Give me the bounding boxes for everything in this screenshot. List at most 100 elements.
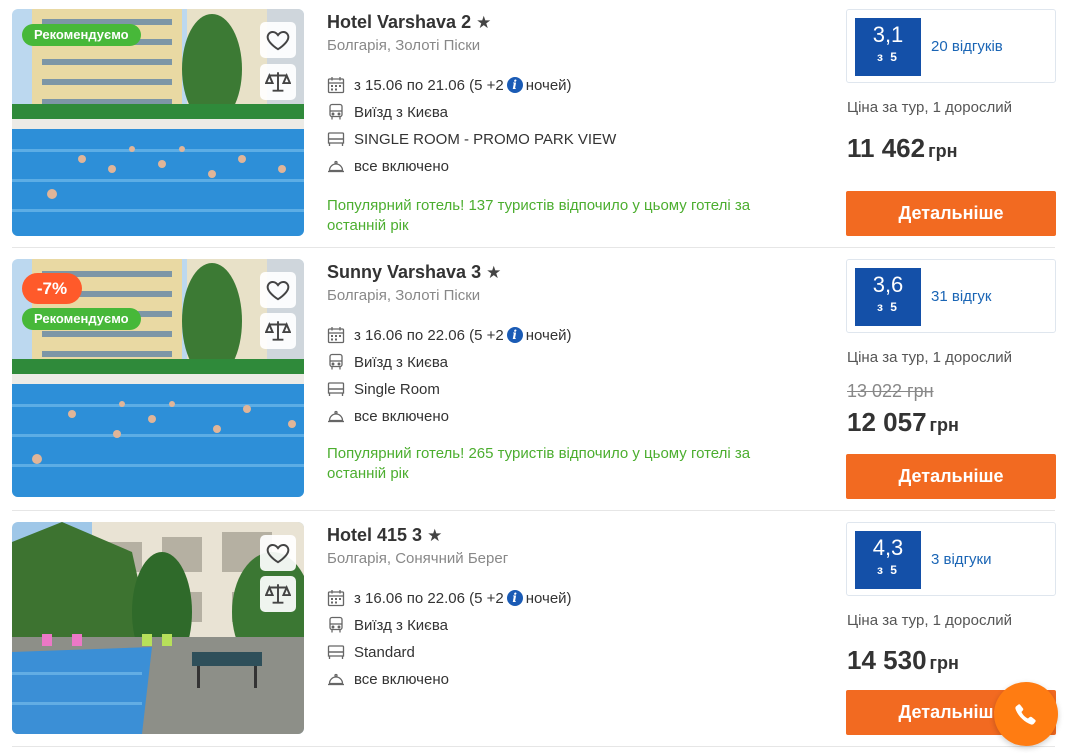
rating-score: 3,1 з 5 [855,18,921,76]
compare-button[interactable] [260,313,296,349]
star-icon: ★ [486,263,502,282]
heart-icon [266,544,290,564]
bus-icon [327,103,345,121]
recommended-badge: Рекомендуємо [22,308,141,330]
price-label: Ціна за тур, 1 дорослий [847,99,1012,116]
price-value: 14 530 [847,645,927,675]
room-type: SINGLE ROOM - PROMO PARK VIEW [327,130,616,148]
rating-score: 3,6 з 5 [855,268,921,326]
rating-value: 3,1 [872,22,904,47]
hotel-title[interactable]: Hotel 415 3 ★ [327,525,442,546]
room-text: Standard [354,643,415,661]
hotel-card: Рекомендуємо Hotel Varshava 2 ★ Болгарія… [0,0,1067,248]
rating-box[interactable]: 3,6 з 5 31 відгук [846,259,1056,333]
old-price: 13 022 грн [847,381,934,401]
calendar-icon [327,76,345,94]
bus-icon [327,616,345,634]
nights-text: ночей) [525,326,572,344]
recommended-badge: Рекомендуємо [22,24,141,46]
rating-score: 4,3 з 5 [855,531,921,589]
scales-icon [265,321,291,341]
rating-scale: з 5 [877,563,899,577]
compare-button[interactable] [260,64,296,100]
heart-icon [266,281,290,301]
popular-note: Популярний готель! 137 туристів відпочил… [327,197,751,234]
reviews-link[interactable]: 31 відгук [931,288,991,305]
favorite-button[interactable] [260,272,296,308]
phone-icon [1015,704,1036,725]
hotel-photo[interactable]: Рекомендуємо [12,9,304,236]
price-label: Ціна за тур, 1 дорослий [847,612,1012,629]
departure-text: Виїзд з Києва [354,353,448,371]
departure: Виїзд з Києва [327,353,448,371]
price-currency: грн [929,653,959,673]
rating-scale: з 5 [877,50,899,64]
rating-box[interactable]: 3,1 з 5 20 відгуків [846,9,1056,83]
star-icon: ★ [476,13,492,32]
food-dome-icon [327,157,345,175]
meal-plan: все включено [327,157,449,175]
departure: Виїзд з Києва [327,103,448,121]
hotel-title[interactable]: Sunny Varshava 3 ★ [327,262,501,283]
price-value: 12 057 [847,407,927,437]
rating-value: 4,3 [872,535,904,560]
compare-button[interactable] [260,576,296,612]
call-button[interactable] [994,682,1058,746]
price: 12 057 грн [847,407,959,438]
hotel-name[interactable]: Sunny Varshava 3 [327,262,481,282]
favorite-button[interactable] [260,535,296,571]
details-button[interactable]: Детальніше [846,454,1056,499]
discount-badge: -7% [22,273,82,304]
room-text: SINGLE ROOM - PROMO PARK VIEW [354,130,617,148]
hotel-title[interactable]: Hotel Varshava 2 ★ [327,12,491,33]
departure-text: Виїзд з Києва [354,103,448,121]
hotel-photo[interactable] [12,522,304,734]
hotel-name[interactable]: Hotel 415 3 [327,525,422,545]
favorite-button[interactable] [260,22,296,58]
nights-text: ночей) [525,76,572,94]
reviews-link[interactable]: 20 відгуків [931,38,1003,55]
departure: Виїзд з Києва [327,616,448,634]
star-icon: ★ [427,526,443,545]
info-icon[interactable]: i [506,77,523,93]
meal-text: все включено [354,407,449,425]
scales-icon [265,72,291,92]
dates-text: з 16.06 по 22.06 (5 +2 [354,326,504,344]
bed-icon [327,130,345,148]
room-type: Single Room [327,380,440,398]
price: 11 462 грн [847,133,957,164]
tour-dates: з 16.06 по 22.06 (5 +2 i ночей) [327,589,572,607]
calendar-icon [327,589,345,607]
rating-box[interactable]: 4,3 з 5 3 відгуки [846,522,1056,596]
hotel-card: Hotel 415 3 ★ Болгарія, Сонячний Берег з… [0,511,1067,753]
nights-text: ночей) [525,589,572,607]
heart-icon [266,31,290,51]
bus-icon [327,353,345,371]
food-dome-icon [327,670,345,688]
dates-text: з 16.06 по 22.06 (5 +2 [354,589,504,607]
info-icon[interactable]: i [506,590,523,606]
hotel-location: Болгарія, Золоті Піски [327,287,481,304]
dates-text: з 15.06 по 21.06 (5 +2 [354,76,504,94]
departure-text: Виїзд з Києва [354,616,448,634]
reviews-link[interactable]: 3 відгуки [931,551,991,568]
details-button[interactable]: Детальніше [846,191,1056,236]
hotel-card: -7% Рекомендуємо Sunny Varshava 3 ★ Болг… [0,248,1067,511]
scales-icon [265,584,291,604]
tour-dates: з 16.06 по 22.06 (5 +2 i ночей) [327,326,572,344]
price-currency: грн [928,141,958,161]
calendar-icon [327,326,345,344]
price-currency: грн [929,415,959,435]
meal-plan: все включено [327,407,449,425]
meal-text: все включено [354,157,449,175]
price-value: 11 462 [847,133,926,163]
room-type: Standard [327,643,415,661]
hotel-photo[interactable]: -7% Рекомендуємо [12,259,304,497]
hotel-location: Болгарія, Сонячний Берег [327,550,509,567]
hotel-name[interactable]: Hotel Varshava 2 [327,12,471,32]
rating-value: 3,6 [872,272,904,297]
info-icon[interactable]: i [506,327,523,343]
tour-dates: з 15.06 по 21.06 (5 +2 i ночей) [327,76,572,94]
room-text: Single Room [354,380,440,398]
meal-text: все включено [354,670,449,688]
